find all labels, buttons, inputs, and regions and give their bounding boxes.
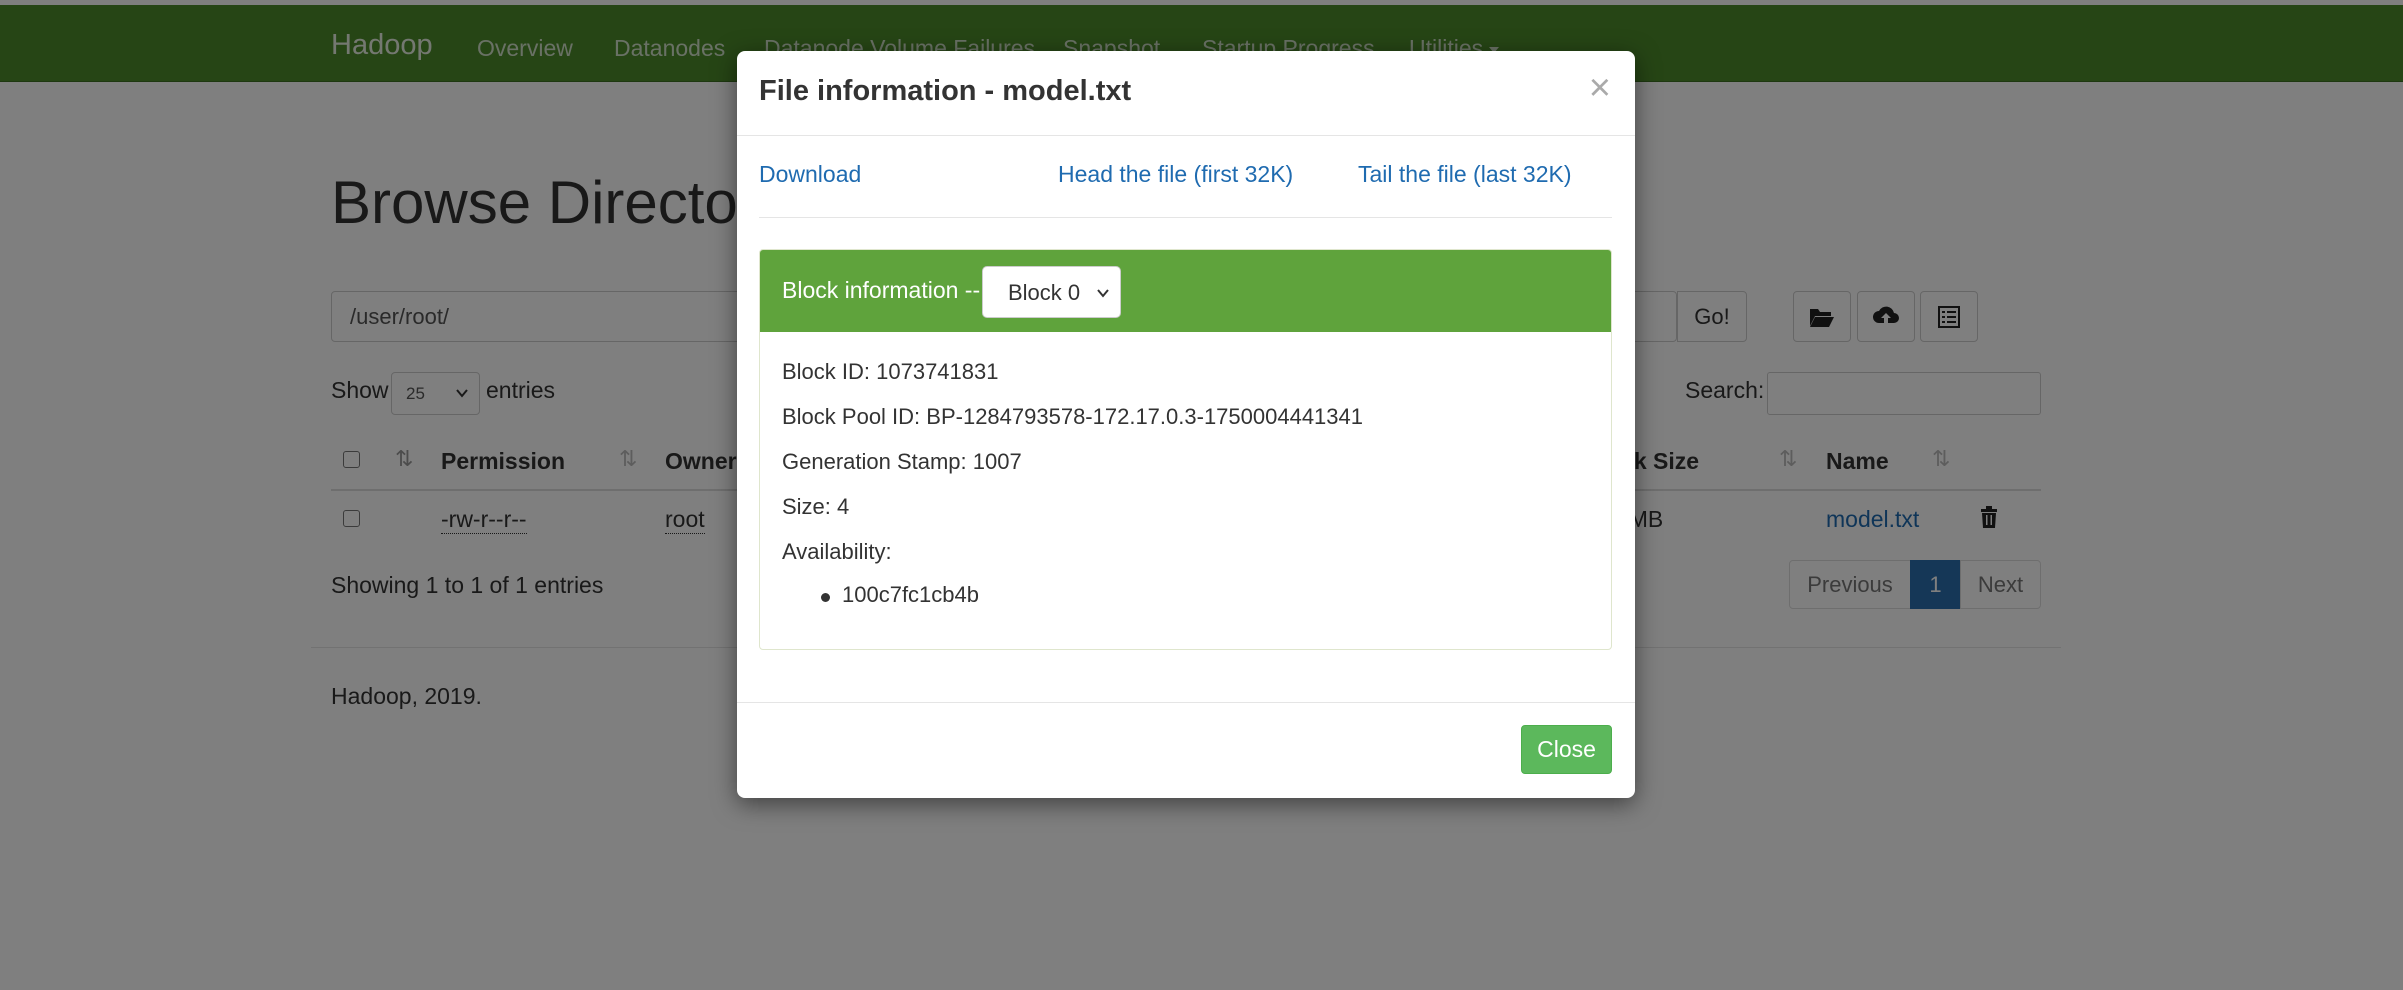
file-information-modal: File information - model.txt × Download … [737,51,1635,798]
tail-file-link[interactable]: Tail the file (last 32K) [1358,161,1571,188]
block-id: Block ID: 1073741831 [782,359,999,384]
modal-title: File information - model.txt [759,75,1132,107]
availability-host: 100c7fc1cb4b [842,582,979,607]
block-pool-id: Block Pool ID: BP-1284793578-172.17.0.3-… [782,404,1364,429]
head-file-link[interactable]: Head the file (first 32K) [1058,161,1293,188]
block-panel-header: Block information -- Block 0 [760,250,1611,332]
block-select-value: Block 0 [1008,280,1081,305]
block-size: Size: 4 [782,494,850,519]
download-link[interactable]: Download [759,161,861,188]
chevron-down-icon [1097,289,1109,298]
modal-footer-divider [737,702,1635,703]
block-select[interactable]: Block 0 [982,266,1121,318]
generation-stamp: Generation Stamp: 1007 [782,449,1022,474]
list-bullet [821,593,830,602]
availability-label: Availability: [782,539,892,564]
links-divider [759,217,1612,218]
block-information-label: Block information -- [782,277,981,303]
close-icon[interactable]: × [1589,69,1611,107]
modal-header-divider [737,135,1635,136]
close-button[interactable]: Close [1521,725,1612,774]
